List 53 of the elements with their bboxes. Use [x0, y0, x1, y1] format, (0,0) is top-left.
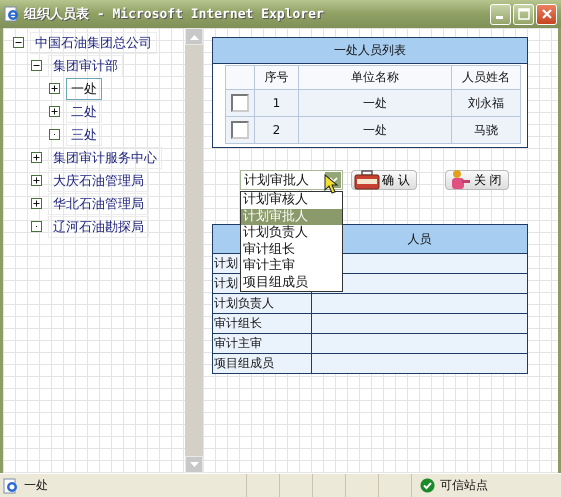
column-header: 人员姓名 [452, 66, 520, 90]
tree-item[interactable]: 集团审计部 [48, 54, 123, 76]
column-header: 序号 [254, 66, 298, 90]
security-zone: 可信站点 [440, 477, 488, 494]
tree-item[interactable]: 中国石油集团总公司 [30, 32, 157, 54]
leaf-icon [49, 129, 60, 140]
tree-item[interactable]: 二处 [66, 100, 102, 122]
browser-icon [4, 6, 20, 22]
minimize-icon [496, 16, 502, 19]
expand-icon[interactable] [31, 198, 42, 209]
table-cell: 一处 [298, 90, 452, 116]
table-cell: 一处 [298, 116, 452, 144]
table-cell: 2 [254, 116, 298, 144]
cursor-icon [324, 174, 338, 194]
close-icon [540, 8, 552, 20]
collapse-icon[interactable] [31, 60, 42, 71]
table-cell: 马骁 [452, 116, 520, 144]
table-cell: 审计组长 [212, 314, 312, 334]
dropdown-option[interactable]: 计划审核人 [241, 192, 342, 208]
checkbox[interactable] [231, 121, 249, 139]
minimize-button[interactable] [490, 4, 511, 24]
chevron-down-icon [328, 177, 338, 183]
tree-item[interactable]: 大庆石油管理局 [48, 170, 149, 192]
close-button[interactable]: 关 闭 [444, 170, 509, 190]
expand-icon[interactable] [49, 106, 60, 117]
expand-icon[interactable] [31, 175, 42, 186]
table-cell: 计划负责人 [212, 294, 312, 314]
role-dropdown[interactable]: 计划审批人 [240, 170, 343, 190]
leaf-icon [31, 221, 42, 232]
confirm-button[interactable]: 确 认 [351, 170, 417, 190]
toolbox-icon [354, 170, 380, 190]
table-cell: 刘永福 [452, 90, 520, 116]
tree-item[interactable]: 一处 [66, 78, 102, 100]
maximize-icon [518, 8, 530, 20]
tree-item[interactable]: 华北石油管理局 [48, 192, 149, 214]
column-header: 单位名称 [298, 66, 452, 90]
expand-icon[interactable] [49, 83, 60, 94]
table-cell: 1 [254, 90, 298, 116]
tree-item[interactable]: 集团审计服务中心 [48, 146, 162, 168]
table-caption: 一处人员列表 [213, 38, 527, 64]
tree-item[interactable]: 辽河石油勘探局 [48, 216, 149, 238]
close-button[interactable] [536, 4, 557, 24]
table-cell: 项目组成员 [212, 354, 312, 374]
maximize-button[interactable] [513, 4, 534, 24]
collapse-icon[interactable] [13, 37, 24, 48]
checkbox[interactable] [231, 94, 249, 112]
tree-item[interactable]: 三处 [66, 124, 102, 146]
page-icon [3, 478, 19, 494]
check-icon [420, 478, 435, 493]
expand-icon[interactable] [31, 152, 42, 163]
table-cell: 审计主审 [212, 334, 312, 354]
window-title: 组织人员表 - Microsoft Internet Explorer [24, 6, 325, 23]
status-text: 一处 [24, 477, 48, 494]
